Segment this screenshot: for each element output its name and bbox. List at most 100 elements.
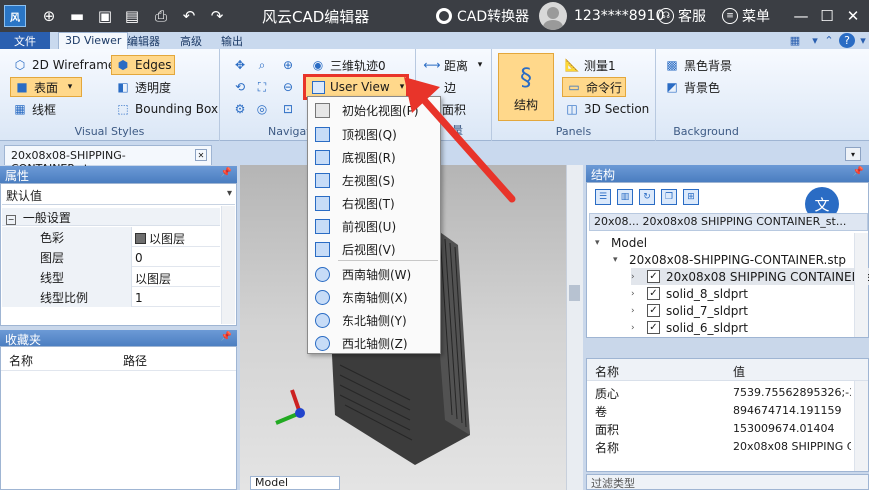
structure-scrollbar[interactable] xyxy=(854,233,868,337)
document-tab[interactable]: 20x08x08-SHIPPING-CONTAINER.stp ✕ xyxy=(4,145,212,175)
viewport-scrollbar[interactable] xyxy=(566,165,583,490)
menu-item-back-view[interactable]: 后视图(V) xyxy=(308,238,440,261)
black-background-button[interactable]: ▩ 黑色背景 xyxy=(664,55,732,75)
detail-row[interactable]: 名称 20x08x08 SHIPPING CO xyxy=(587,438,853,456)
pin-icon[interactable]: 📌 xyxy=(853,167,864,177)
copy-icon[interactable]: ❐ xyxy=(661,189,677,205)
tree-item[interactable]: › ✓ solid_6_sldprt xyxy=(631,319,748,336)
pin-icon[interactable]: 📌 xyxy=(221,332,232,342)
filter-type-bar[interactable]: 过滤类型 xyxy=(586,474,869,490)
refresh-icon[interactable]: ↻ xyxy=(639,189,655,205)
property-row[interactable]: 线型比例 1 xyxy=(2,287,220,307)
collapse-ribbon-icon[interactable]: ⌃ xyxy=(821,33,837,48)
property-row[interactable]: 图层 0 xyxy=(2,247,220,267)
chevron-right-icon[interactable]: › xyxy=(631,323,641,333)
tab-editor[interactable]: 编辑器 xyxy=(121,32,166,49)
col-name[interactable]: 名称 xyxy=(9,352,33,369)
save-icon[interactable]: ▣ xyxy=(94,5,116,27)
col-name[interactable]: 名称 xyxy=(595,363,619,380)
rotate-button[interactable]: ⟲ xyxy=(232,77,248,97)
property-row[interactable]: 线型 以图层 xyxy=(2,267,220,287)
tab-output[interactable]: 输出 xyxy=(215,32,249,49)
property-preset-select[interactable]: 默认值 ▾ xyxy=(2,185,235,205)
cad-converter-button[interactable]: CAD转换器 xyxy=(436,6,529,26)
tree-root[interactable]: ▾ Model xyxy=(595,234,647,251)
chevron-down-icon[interactable]: ▾ xyxy=(595,238,605,248)
customer-service-button[interactable]: ☊ 客服 xyxy=(658,6,706,26)
minimize-icon[interactable]: — xyxy=(789,4,813,28)
detail-row[interactable]: 面积 153009674.01404 xyxy=(587,420,853,438)
chevron-down-icon[interactable]: ▾ xyxy=(845,147,861,161)
menu-button[interactable]: ≡ 菜单 xyxy=(722,6,770,26)
command-line-button[interactable]: ▭ 命令行 xyxy=(562,77,627,97)
properties-scrollbar[interactable] xyxy=(221,206,235,324)
surface-button[interactable]: ■ 表面 ▾ xyxy=(10,77,83,97)
edge-measure-button[interactable]: ⌐ 边 xyxy=(424,77,456,97)
save-pdf-icon[interactable]: ▤ xyxy=(121,5,143,27)
close-tab-icon[interactable]: ✕ xyxy=(195,149,207,161)
maximize-icon[interactable]: ☐ xyxy=(815,4,839,28)
property-row[interactable]: 色彩 以图层 xyxy=(2,227,220,247)
checkbox-icon[interactable]: ✓ xyxy=(647,304,660,317)
structure-button[interactable]: § 结构 xyxy=(498,53,554,121)
property-category[interactable]: − 一般设置 xyxy=(2,208,220,226)
orbit-button[interactable]: ◉ 三维轨迹0 xyxy=(310,55,386,75)
columns-icon[interactable]: ▥ xyxy=(617,189,633,205)
layout-icon[interactable]: ▦ xyxy=(787,33,803,48)
col-path[interactable]: 路径 xyxy=(123,352,147,369)
checkbox-icon[interactable]: ✓ xyxy=(647,287,660,300)
scroll-thumb[interactable] xyxy=(569,285,580,301)
col-value[interactable]: 值 xyxy=(733,363,745,380)
detail-row[interactable]: 卷 894674714.191159 xyxy=(587,402,853,420)
zoom-window-button[interactable]: ⌕ xyxy=(254,55,270,75)
transparency-button[interactable]: ◧ 透明度 xyxy=(115,77,171,97)
wireframe-button[interactable]: ⬡ 2D Wireframe xyxy=(12,55,116,75)
menu-item-init-view[interactable]: 初始化视图(P) xyxy=(308,99,440,122)
distance-button[interactable]: ⟷ 距离 ▾ xyxy=(423,55,488,75)
tree-file[interactable]: ▾ 20x08x08-SHIPPING-CONTAINER.stp xyxy=(613,251,846,268)
tab-file[interactable]: 文件 xyxy=(0,32,50,49)
edges-button[interactable]: ⬢ Edges xyxy=(111,55,176,75)
open-folder-icon[interactable]: ▬ xyxy=(66,5,88,27)
look-button[interactable]: ◎ xyxy=(254,99,270,119)
menu-item-bottom-view[interactable]: 底视图(R) xyxy=(308,146,440,169)
menu-item-top-view[interactable]: 顶视图(Q) xyxy=(308,123,440,146)
detail-row[interactable]: 质心 7539.75562895326;-379.8 xyxy=(587,384,853,402)
print-icon[interactable]: ⎙ xyxy=(150,5,172,27)
zoom-out-button[interactable]: ⊖ xyxy=(280,77,296,97)
tree-item[interactable]: › ✓ solid_7_sldprt xyxy=(631,302,748,319)
redo-icon[interactable]: ↷ xyxy=(206,5,228,27)
chevron-down-icon[interactable]: ▾ xyxy=(395,78,409,96)
section-3d-button[interactable]: ◫ 3D Section xyxy=(564,99,649,119)
lines-button[interactable]: ▦ 线框 xyxy=(12,99,56,119)
menu-item-sw-iso[interactable]: 西南轴侧(W) xyxy=(308,263,440,286)
zoom-in-button[interactable]: ⊕ xyxy=(280,55,296,75)
background-color-button[interactable]: ◩ 背景色 xyxy=(664,77,720,97)
tree-item[interactable]: › ✓ 20x08x08 SHIPPING CONTAINER_sld xyxy=(631,268,869,285)
chevron-right-icon[interactable]: › xyxy=(631,272,641,282)
menu-item-left-view[interactable]: 左视图(S) xyxy=(308,169,440,192)
help-icon[interactable]: ? xyxy=(839,33,855,48)
model-tab[interactable]: Model xyxy=(250,476,340,490)
new-file-icon[interactable]: ⊕ xyxy=(38,5,60,27)
ribbon-menu-icon[interactable]: ▾ xyxy=(855,33,869,48)
walk-button[interactable]: ⚙ xyxy=(232,99,248,119)
menu-item-ne-iso[interactable]: 东北轴侧(Y) xyxy=(308,309,440,332)
tab-3d-viewer[interactable]: 3D Viewer xyxy=(58,32,129,49)
chevron-right-icon[interactable]: › xyxy=(631,306,641,316)
bounding-box-button[interactable]: ⬚ Bounding Box xyxy=(115,99,218,119)
details-scrollbar[interactable] xyxy=(854,381,868,471)
tree-item[interactable]: › ✓ solid_8_sldprt xyxy=(631,285,748,302)
chevron-right-icon[interactable]: › xyxy=(631,289,641,299)
checkbox-icon[interactable]: ✓ xyxy=(647,270,660,283)
menu-item-nw-iso[interactable]: 西北轴侧(Z) xyxy=(308,332,440,355)
user-account[interactable]: 123****8910 xyxy=(539,2,664,30)
tab-advanced[interactable]: 高级 xyxy=(174,32,208,49)
menu-item-se-iso[interactable]: 东南轴侧(X) xyxy=(308,286,440,309)
close-icon[interactable]: ✕ xyxy=(841,4,865,28)
menu-item-front-view[interactable]: 前视图(U) xyxy=(308,215,440,238)
list-view-icon[interactable]: ☰ xyxy=(595,189,611,205)
measure1-button[interactable]: 📐 测量1 xyxy=(564,55,616,75)
area-button[interactable]: 面积 xyxy=(442,99,466,119)
fit-button[interactable]: ⛶ xyxy=(254,77,270,97)
